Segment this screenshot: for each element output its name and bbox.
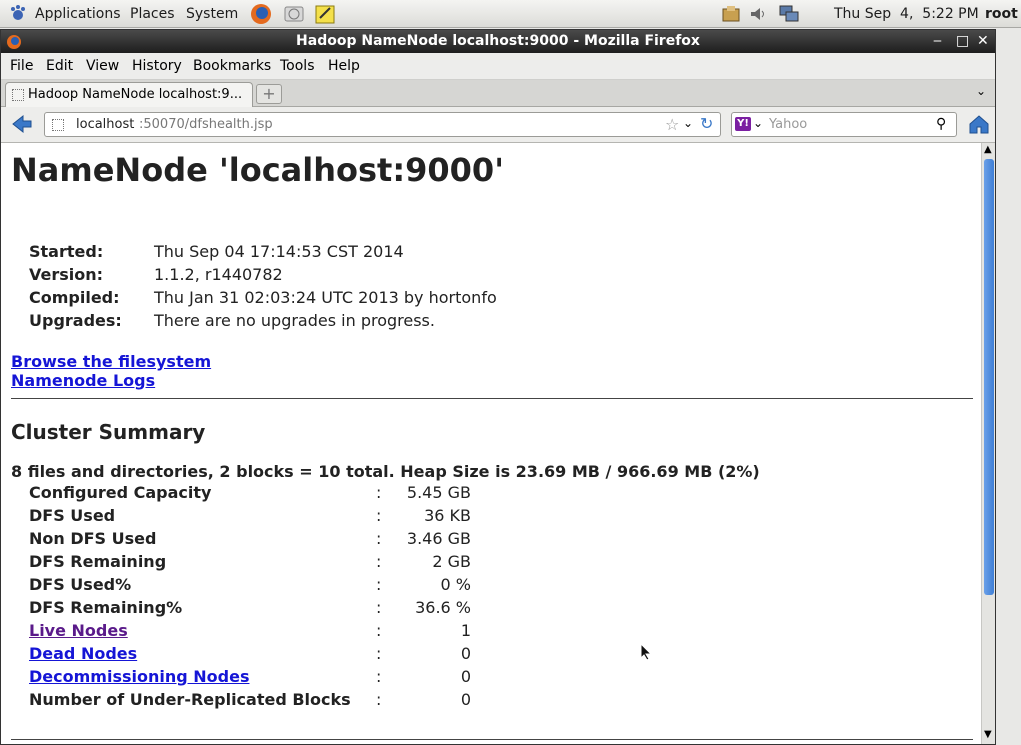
menu-edit[interactable]: Edit <box>46 58 73 74</box>
row-value-under-replicated-blocks: 0 <box>460 690 471 709</box>
scroll-down-icon[interactable]: ▼ <box>984 729 992 740</box>
decommissioning-nodes-link[interactable]: Decommissioning Nodes <box>29 667 249 686</box>
navigation-toolbar: localhost :50070/dfshealth.jsp ☆ ⌄ ↻ Y! … <box>1 107 995 143</box>
menu-view[interactable]: View <box>86 58 119 74</box>
window-title: Hadoop NameNode localhost:9000 - Mozilla… <box>296 33 700 49</box>
scroll-up-icon[interactable]: ▲ <box>984 144 992 155</box>
minimize-icon[interactable]: ‒ <box>933 30 942 53</box>
info-label-upgrades: Upgrades: <box>29 311 122 330</box>
tab-label: Hadoop NameNode localhost:9... <box>28 87 243 102</box>
search-placeholder: Yahoo <box>769 117 808 132</box>
yahoo-engine-icon[interactable]: Y! <box>735 117 751 131</box>
notes-launcher-icon[interactable] <box>314 3 336 25</box>
volume-icon[interactable] <box>747 3 769 25</box>
dead-nodes-link[interactable]: Dead Nodes <box>29 644 137 663</box>
new-tab-button[interactable]: + <box>256 84 282 104</box>
row-label-configured-capacity: Configured Capacity <box>29 483 212 502</box>
list-all-tabs-icon[interactable]: ⌄ <box>976 84 986 98</box>
row-colon: : <box>376 598 382 617</box>
info-value-version: 1.1.2, r1440782 <box>154 265 283 284</box>
menu-file[interactable]: File <box>10 58 33 74</box>
namenode-logs-link[interactable]: Namenode Logs <box>11 371 155 390</box>
system-menu[interactable]: System <box>186 6 238 22</box>
row-colon: : <box>376 644 382 663</box>
site-identity-icon[interactable] <box>52 119 64 131</box>
page-title: NameNode 'localhost:9000' <box>11 151 504 189</box>
tab-strip: Hadoop NameNode localhost:9... + ⌄ <box>1 80 995 107</box>
back-button[interactable] <box>11 114 33 138</box>
row-value-dfs-remaining-percent: 36.6 % <box>415 598 471 617</box>
row-colon: : <box>376 621 382 640</box>
page-favicon-icon <box>12 89 24 101</box>
row-label-dfs-remaining-percent: DFS Remaining% <box>29 598 183 617</box>
info-value-upgrades: There are no upgrades in progress. <box>154 311 435 330</box>
search-bar[interactable]: Y! ⌄ Yahoo ⚲ <box>731 112 957 137</box>
home-button[interactable] <box>968 113 990 139</box>
cluster-summary-heading: Cluster Summary <box>11 420 206 444</box>
row-colon: : <box>376 506 382 525</box>
url-bar[interactable]: localhost :50070/dfshealth.jsp ☆ ⌄ ↻ <box>44 112 721 137</box>
gnome-foot-icon[interactable] <box>8 4 28 24</box>
window-titlebar[interactable]: Hadoop NameNode localhost:9000 - Mozilla… <box>1 30 995 53</box>
info-label-compiled: Compiled: <box>29 288 120 307</box>
network-icon[interactable] <box>778 3 800 25</box>
row-colon: : <box>376 690 382 709</box>
live-nodes-link[interactable]: Live Nodes <box>29 621 128 640</box>
row-label-dfs-used-percent: DFS Used% <box>29 575 132 594</box>
divider <box>11 398 973 399</box>
page-content: NameNode 'localhost:9000' Started: Thu S… <box>1 143 981 744</box>
row-value-live-nodes: 1 <box>460 621 471 640</box>
vertical-scrollbar[interactable]: ▲ ▼ <box>981 143 995 744</box>
mail-launcher-icon[interactable] <box>283 3 305 25</box>
info-label-version: Version: <box>29 265 104 284</box>
top-panel: Applications Places System Thu Sep 4, 5:… <box>0 0 1021 28</box>
menubar: File Edit View History Bookmarks Tools H… <box>1 53 995 80</box>
applications-menu[interactable]: Applications <box>35 6 121 22</box>
tab-hadoop-namenode[interactable]: Hadoop NameNode localhost:9... <box>5 82 253 107</box>
firefox-window: Hadoop NameNode localhost:9000 - Mozilla… <box>0 29 996 745</box>
row-value-dfs-used: 36 KB <box>424 506 471 525</box>
row-value-dfs-used-percent: 0 % <box>440 575 471 594</box>
row-colon: : <box>376 529 382 548</box>
info-value-started: Thu Sep 04 17:14:53 CST 2014 <box>154 242 404 261</box>
engine-dropdown-icon[interactable]: ⌄ <box>753 116 763 130</box>
reload-icon[interactable]: ↻ <box>700 114 718 134</box>
bookmark-star-icon[interactable]: ☆ <box>665 115 679 134</box>
maximize-icon[interactable]: □ <box>956 30 969 53</box>
mouse-cursor-icon <box>640 642 653 665</box>
row-label-under-replicated-blocks: Number of Under-Replicated Blocks <box>29 690 351 709</box>
row-value-dead-nodes: 0 <box>460 644 471 663</box>
row-value-decommissioning-nodes: 0 <box>460 667 471 686</box>
row-colon: : <box>376 575 382 594</box>
row-value-dfs-remaining: 2 GB <box>432 552 471 571</box>
menu-tools[interactable]: Tools <box>280 58 315 74</box>
menu-history[interactable]: History <box>132 58 182 74</box>
menu-bookmarks[interactable]: Bookmarks <box>193 58 271 74</box>
url-path: :50070/dfshealth.jsp <box>139 117 273 132</box>
row-value-non-dfs-used: 3.46 GB <box>406 529 471 548</box>
row-colon: : <box>376 483 382 502</box>
browse-filesystem-link[interactable]: Browse the filesystem <box>11 352 211 371</box>
row-value-configured-capacity: 5.45 GB <box>406 483 471 502</box>
cluster-summary-line: 8 files and directories, 2 blocks = 10 t… <box>11 462 760 481</box>
row-colon: : <box>376 552 382 571</box>
row-label-dfs-remaining: DFS Remaining <box>29 552 167 571</box>
info-value-compiled: Thu Jan 31 02:03:24 UTC 2013 by hortonfo <box>154 288 497 307</box>
search-go-icon[interactable]: ⚲ <box>936 116 946 132</box>
close-icon[interactable]: ✕ <box>977 30 989 53</box>
info-label-started: Started: <box>29 242 104 261</box>
firefox-launcher-icon[interactable] <box>250 3 272 25</box>
row-label-non-dfs-used: Non DFS Used <box>29 529 157 548</box>
user-menu[interactable]: root <box>985 6 1018 22</box>
clock[interactable]: Thu Sep 4, 5:22 PM <box>834 6 979 22</box>
scrollbar-thumb[interactable] <box>984 159 994 595</box>
places-menu[interactable]: Places <box>130 6 175 22</box>
url-host: localhost <box>76 117 135 132</box>
menu-help[interactable]: Help <box>328 58 360 74</box>
url-history-dropdown-icon[interactable]: ⌄ <box>683 116 693 130</box>
updates-tray-icon[interactable] <box>720 3 742 25</box>
divider <box>11 739 973 740</box>
row-label-dfs-used: DFS Used <box>29 506 116 525</box>
row-colon: : <box>376 667 382 686</box>
